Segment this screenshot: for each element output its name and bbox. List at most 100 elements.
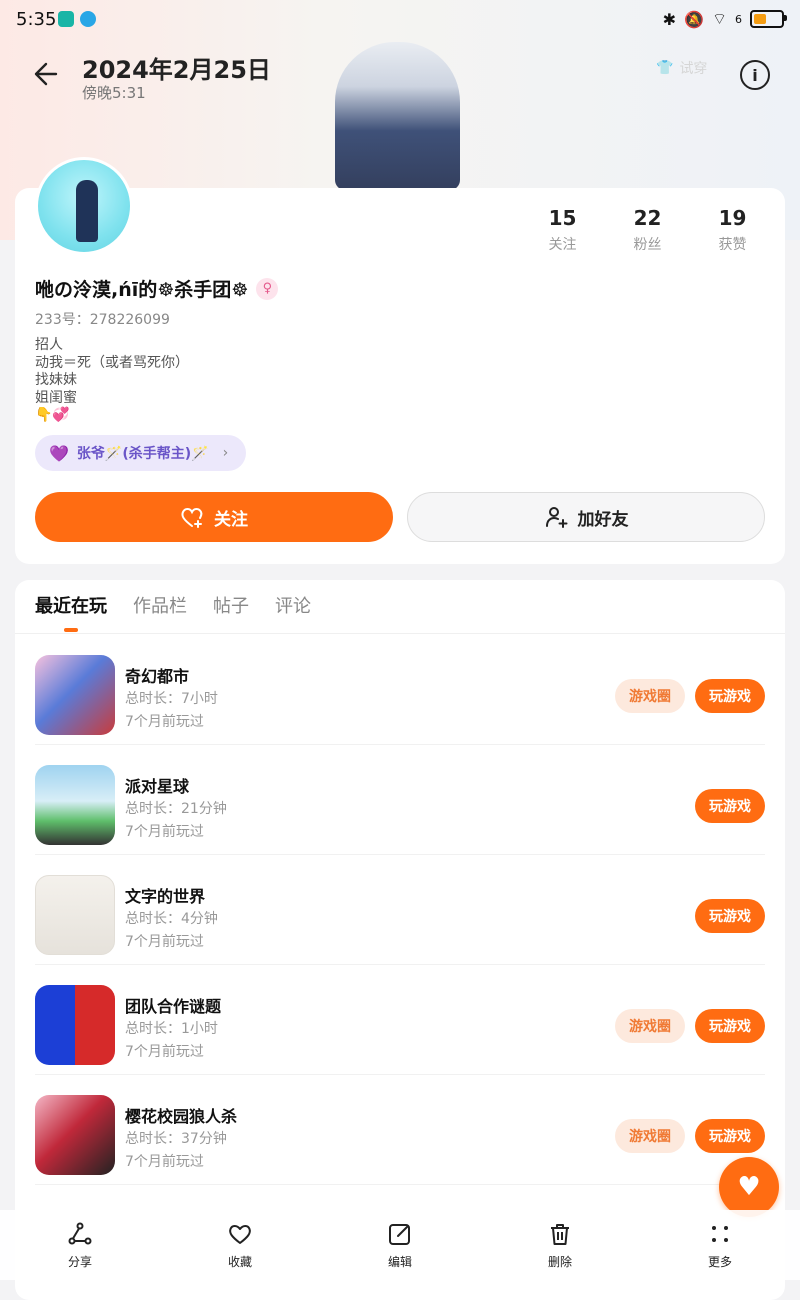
heart-icon xyxy=(229,1224,251,1244)
app-notification-icon xyxy=(80,11,96,27)
shirt-icon: 👕 xyxy=(656,60,674,76)
back-arrow-icon[interactable] xyxy=(24,54,64,94)
favorite-button[interactable]: 收藏 xyxy=(160,1210,320,1280)
share-button[interactable]: 分享 xyxy=(0,1210,160,1280)
bluetooth-icon: ✱ xyxy=(662,9,677,29)
username-row: 咃の泠漠,ńī的☸杀手团☸ ♀ xyxy=(35,275,279,302)
stat-label: 粉丝 xyxy=(633,237,662,253)
game-circle-button[interactable]: 游戏圈 xyxy=(615,1009,685,1043)
shield-app-icon xyxy=(58,11,74,27)
play-game-button[interactable]: 玩游戏 xyxy=(695,899,765,933)
game-name: 文字的世界 xyxy=(125,887,206,906)
game-last-played: 7个月前玩过 xyxy=(125,824,204,840)
guild-label: 张爷🪄(杀手帮主)🪄 xyxy=(76,446,209,462)
game-icon xyxy=(35,985,115,1065)
game-name: 团队合作谜题 xyxy=(125,997,222,1016)
trash-icon xyxy=(551,1223,569,1245)
game-playtime: 总时长：1小时 xyxy=(125,1021,218,1037)
page-subtitle: 傍晚5:31 xyxy=(82,84,146,102)
row-divider xyxy=(35,1184,765,1185)
battery-icon xyxy=(750,10,787,28)
more-label: 更多 xyxy=(707,1254,732,1269)
profile-stats: 15 关注 22 粉丝 19 获赞 xyxy=(520,206,780,254)
tab-posts[interactable]: 帖子 xyxy=(213,592,249,632)
add-friend-button[interactable]: 加好友 xyxy=(407,492,765,542)
username: 咃の泠漠,ńī的☸杀手团☸ xyxy=(35,279,249,301)
profile-tabs: 最近在玩 作品栏 帖子 评论 xyxy=(35,592,311,632)
bottom-action-bar: 分享 收藏 编辑 删除 更多 xyxy=(0,1210,800,1280)
play-game-button[interactable]: 玩游戏 xyxy=(695,789,765,823)
add-friend-label: 加好友 xyxy=(577,509,629,530)
tab-comments[interactable]: 评论 xyxy=(275,592,311,632)
favorite-fab[interactable]: ♥ xyxy=(719,1157,779,1217)
bio-text: 招人 动我＝死（或者骂死你） 找妹妹 姐闺蜜 👇💞 xyxy=(35,337,189,423)
game-row[interactable]: 樱花校园狼人杀 总时长：37分钟 7个月前玩过 游戏圈 玩游戏 xyxy=(35,1075,765,1185)
game-row[interactable]: 团队合作谜题 总时长：1小时 7个月前玩过 游戏圈 玩游戏 xyxy=(35,965,765,1075)
follow-label: 关注 xyxy=(214,509,248,530)
game-last-played: 7个月前玩过 xyxy=(125,1044,204,1060)
follow-button[interactable]: 关注 xyxy=(35,492,393,542)
tab-works[interactable]: 作品栏 xyxy=(133,592,187,632)
top-bar: 2024年2月25日 傍晚5:31 👕 试穿 i xyxy=(0,40,800,110)
game-playtime: 总时长：21分钟 xyxy=(125,801,227,817)
stat-followers[interactable]: 22 粉丝 xyxy=(605,206,690,254)
game-playtime: 总时长：4分钟 xyxy=(125,911,218,927)
wifi-icon: ⌔ xyxy=(711,9,727,28)
tab-divider xyxy=(15,633,785,634)
game-playtime: 总时长：37分钟 xyxy=(125,1131,227,1147)
game-last-played: 7个月前玩过 xyxy=(125,714,204,730)
share-icon xyxy=(68,1222,92,1244)
game-icon xyxy=(35,765,115,845)
game-circle-button[interactable]: 游戏圈 xyxy=(615,1119,685,1153)
stat-number: 15 xyxy=(548,206,577,230)
game-row[interactable]: 文字的世界 总时长：4分钟 7个月前玩过 玩游戏 xyxy=(35,855,765,965)
game-last-played: 7个月前玩过 xyxy=(125,1154,204,1170)
status-time: 5:35 xyxy=(16,9,57,30)
game-icon xyxy=(35,1095,115,1175)
edit-button[interactable]: 编辑 xyxy=(320,1210,480,1280)
page-title: 2024年2月25日 xyxy=(82,56,271,84)
add-user-icon xyxy=(545,507,567,528)
guild-chip[interactable]: 💜 张爷🪄(杀手帮主)🪄 › xyxy=(35,435,247,471)
game-last-played: 7个月前玩过 xyxy=(125,934,204,950)
game-playtime: 总时长：7小时 xyxy=(125,691,218,707)
game-name: 樱花校园狼人杀 xyxy=(125,1107,238,1126)
game-row[interactable]: 派对星球 总时长：21分钟 7个月前玩过 玩游戏 xyxy=(35,745,765,855)
stat-number: 19 xyxy=(718,206,747,230)
tryon-label: 试穿 xyxy=(679,61,708,77)
game-row[interactable]: 奇幻都市 总时长：7小时 7个月前玩过 游戏圈 玩游戏 xyxy=(35,635,765,745)
more-icon xyxy=(712,1225,728,1242)
game-icon xyxy=(35,655,115,735)
game-name: 派对星球 xyxy=(125,777,190,796)
edit-icon xyxy=(389,1223,410,1245)
game-name: 奇幻都市 xyxy=(125,667,190,686)
edit-label: 编辑 xyxy=(387,1254,412,1269)
stat-likes[interactable]: 19 获赞 xyxy=(690,206,775,254)
info-icon[interactable]: i xyxy=(740,60,770,90)
purple-heart-icon: 💜 xyxy=(49,443,69,463)
signal-label: 6 xyxy=(735,12,742,26)
heart-plus-icon xyxy=(181,508,203,528)
stat-label: 关注 xyxy=(548,237,577,253)
chevron-right-icon: › xyxy=(222,445,229,461)
tab-recent[interactable]: 最近在玩 xyxy=(35,592,107,632)
favorite-label: 收藏 xyxy=(227,1254,252,1269)
stat-label: 获赞 xyxy=(718,237,747,253)
stat-number: 22 xyxy=(633,206,662,230)
tryon-button[interactable]: 👕 试穿 xyxy=(656,58,707,78)
game-circle-button[interactable]: 游戏圈 xyxy=(615,679,685,713)
status-bar: 5:35 ✱ 🔕 ⌔ 6 xyxy=(0,0,800,40)
delete-label: 删除 xyxy=(547,1254,572,1269)
play-game-button[interactable]: 玩游戏 xyxy=(695,679,765,713)
play-game-button[interactable]: 玩游戏 xyxy=(695,1009,765,1043)
stat-following[interactable]: 15 关注 xyxy=(520,206,605,254)
user-id: 233号：278226099 xyxy=(35,312,170,328)
more-button[interactable]: 更多 xyxy=(640,1210,800,1280)
play-game-button[interactable]: 玩游戏 xyxy=(695,1119,765,1153)
share-label: 分享 xyxy=(67,1254,92,1269)
delete-button[interactable]: 删除 xyxy=(480,1210,640,1280)
mute-bell-icon: 🔕 xyxy=(684,9,704,29)
female-gender-icon: ♀ xyxy=(256,277,279,300)
game-icon xyxy=(35,875,115,955)
avatar[interactable] xyxy=(35,157,133,255)
